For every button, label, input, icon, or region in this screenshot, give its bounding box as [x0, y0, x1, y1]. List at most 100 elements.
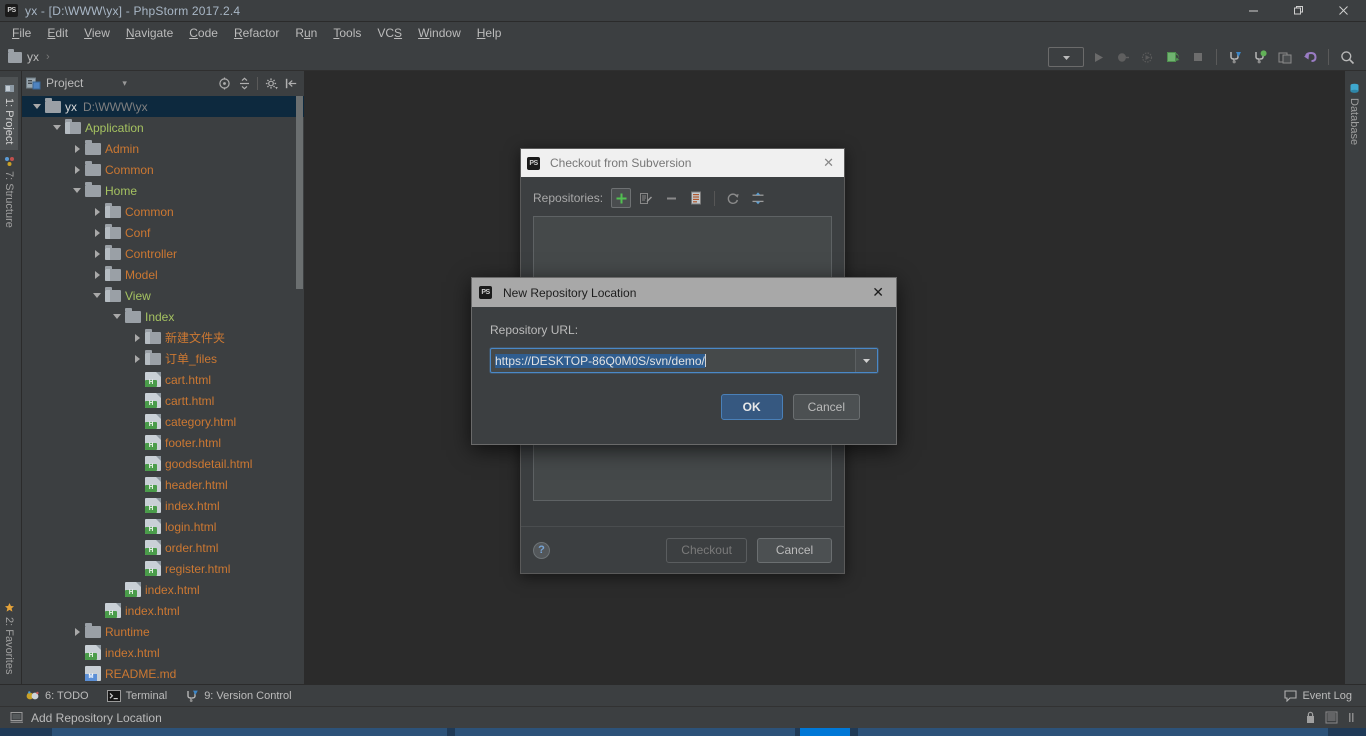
edit-repository-icon[interactable] [636, 188, 656, 208]
menu-edit[interactable]: Edit [39, 24, 76, 42]
checkout-button[interactable]: Checkout [666, 537, 747, 563]
run-button[interactable] [1087, 47, 1109, 68]
tree-row[interactable]: View [22, 285, 304, 306]
tree-row[interactable]: header.html [22, 474, 304, 495]
tree-open-arrow-icon[interactable] [32, 101, 43, 112]
expand-settings-icon[interactable] [748, 188, 768, 208]
breadcrumb[interactable]: yx › [8, 48, 50, 64]
tree-row[interactable]: Index [22, 306, 304, 327]
tree-row[interactable]: Admin [22, 138, 304, 159]
tree-open-arrow-icon[interactable] [72, 185, 83, 196]
stop-button[interactable] [1187, 47, 1209, 68]
debug-button[interactable] [1112, 47, 1134, 68]
tree-open-arrow-icon[interactable] [52, 122, 63, 133]
repository-url-dropdown-arrow-icon[interactable] [855, 349, 877, 372]
panel-settings-gear-icon[interactable] [262, 74, 280, 92]
tree-closed-arrow-icon[interactable] [72, 143, 83, 154]
profile-button[interactable] [1162, 47, 1184, 68]
tree-closed-arrow-icon[interactable] [132, 332, 143, 343]
undo-icon[interactable] [1299, 47, 1321, 68]
project-tree[interactable]: yx D:\WWW\yx Application Admin Common Home Com… [22, 95, 304, 684]
new-repo-dialog-close-icon[interactable]: ✕ [867, 284, 889, 301]
run-configuration-selector[interactable] [1048, 47, 1084, 67]
tree-row[interactable]: Conf [22, 222, 304, 243]
tree-row[interactable]: Runtime [22, 621, 304, 642]
tree-row[interactable]: order.html [22, 537, 304, 558]
bottom-item-version-control[interactable]: 9: Version Control [185, 690, 292, 702]
tree-row[interactable]: cart.html [22, 369, 304, 390]
close-button[interactable] [1321, 0, 1366, 22]
tree-row[interactable]: README.md [22, 663, 304, 684]
bottom-item-todo[interactable]: 6: TODO [26, 690, 89, 702]
help-icon[interactable]: ? [533, 541, 550, 559]
tree-row[interactable]: cartt.html [22, 390, 304, 411]
bottom-item-terminal[interactable]: Terminal [106, 689, 167, 702]
tree-closed-arrow-icon[interactable] [72, 164, 83, 175]
tree-open-arrow-icon[interactable] [112, 311, 123, 322]
menu-code[interactable]: Code [181, 24, 226, 42]
remove-repository-icon[interactable] [661, 188, 681, 208]
tree-row[interactable]: yx D:\WWW\yx [22, 96, 304, 117]
tree-row[interactable]: category.html [22, 411, 304, 432]
menu-refactor[interactable]: Refactor [226, 24, 287, 42]
tree-row[interactable]: 新建文件夹 [22, 327, 304, 348]
tree-closed-arrow-icon[interactable] [92, 269, 103, 280]
menu-file[interactable]: File [4, 24, 39, 42]
tree-row[interactable]: Home [22, 180, 304, 201]
checkout-dialog-close-icon[interactable]: ✕ [819, 155, 838, 171]
tree-row[interactable]: Application [22, 117, 304, 138]
tree-open-arrow-icon[interactable] [92, 290, 103, 301]
menu-view[interactable]: View [76, 24, 118, 42]
checkout-cancel-button[interactable]: Cancel [757, 537, 832, 563]
copy-url-icon[interactable] [686, 188, 706, 208]
tree-row[interactable]: 订单_files [22, 348, 304, 369]
tree-closed-arrow-icon[interactable] [92, 227, 103, 238]
vcs-update-project-icon[interactable] [1224, 47, 1246, 68]
tree-row[interactable]: Controller [22, 243, 304, 264]
sidebar-item-project[interactable]: 1: Project [0, 77, 18, 151]
repository-url-combobox[interactable]: https://DESKTOP-86Q0M0S/svn/demo/ [490, 348, 878, 373]
sidebar-item-structure[interactable]: 7: Structure [0, 150, 18, 234]
vcs-commit-changes-icon[interactable] [1249, 47, 1271, 68]
lock-icon[interactable] [1305, 711, 1316, 724]
scroll-from-source-icon[interactable] [215, 74, 233, 92]
resize-grip-icon[interactable] [1347, 711, 1356, 724]
tree-row[interactable]: Common [22, 159, 304, 180]
tree-row[interactable]: index.html [22, 600, 304, 621]
tree-row[interactable]: index.html [22, 642, 304, 663]
menu-tools[interactable]: Tools [325, 24, 369, 42]
menu-run[interactable]: Run [287, 24, 325, 42]
tree-row[interactable]: login.html [22, 516, 304, 537]
sidebar-item-database[interactable]: Database [1345, 77, 1363, 151]
scrollbar-thumb[interactable] [296, 96, 303, 289]
tree-row[interactable]: Common [22, 201, 304, 222]
collapse-all-icon[interactable] [235, 74, 253, 92]
run-with-coverage-button[interactable] [1137, 47, 1159, 68]
event-log-label[interactable]: Event Log [1302, 690, 1352, 702]
search-everywhere-icon[interactable] [1336, 47, 1358, 68]
tree-row[interactable]: Model [22, 264, 304, 285]
taskbar-item-2[interactable] [455, 728, 795, 736]
menu-vcs[interactable]: VCS [369, 24, 410, 42]
menu-navigate[interactable]: Navigate [118, 24, 181, 42]
tree-row[interactable]: goodsdetail.html [22, 453, 304, 474]
minimize-button[interactable] [1231, 0, 1276, 22]
tree-closed-arrow-icon[interactable] [72, 626, 83, 637]
new-repo-cancel-button[interactable]: Cancel [792, 394, 860, 420]
taskbar-item-active[interactable] [800, 728, 850, 736]
tree-row[interactable]: index.html [22, 579, 304, 600]
memory-indicator-icon[interactable] [1325, 711, 1338, 724]
tree-row[interactable]: index.html [22, 495, 304, 516]
repository-url-input[interactable]: https://DESKTOP-86Q0M0S/svn/demo/ [491, 353, 855, 368]
tree-row[interactable]: register.html [22, 558, 304, 579]
vcs-compare-icon[interactable] [1274, 47, 1296, 68]
taskbar-item-3[interactable] [858, 728, 1328, 736]
tree-closed-arrow-icon[interactable] [92, 248, 103, 259]
ok-button[interactable]: OK [720, 394, 783, 420]
add-repository-icon[interactable] [611, 188, 632, 208]
sidebar-item-favorites[interactable]: 2: Favorites [0, 596, 18, 680]
hide-panel-icon[interactable] [282, 74, 300, 92]
taskbar-item-1[interactable] [52, 728, 447, 736]
tree-closed-arrow-icon[interactable] [92, 206, 103, 217]
tree-closed-arrow-icon[interactable] [132, 353, 143, 364]
